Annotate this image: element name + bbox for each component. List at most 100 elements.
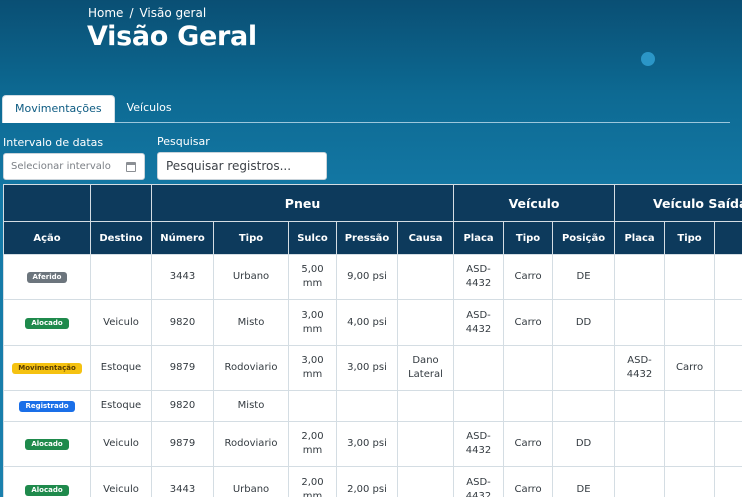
table-row[interactable]: Aferido 3443 Urbano 5,00 mm 9,00 psi ASD… xyxy=(3,254,742,300)
cell-saida-tipo xyxy=(664,466,716,497)
cell-tipo: Misto xyxy=(213,299,289,346)
cell-posicao xyxy=(552,390,616,422)
status-badge: Alocado xyxy=(25,317,69,329)
calendar-icon[interactable] xyxy=(126,162,136,172)
cell-causa xyxy=(396,390,455,422)
cell-veiculo-tipo xyxy=(503,390,554,422)
cell-saida-placa xyxy=(614,421,666,467)
table-row[interactable]: Registrado Estoque 9820 Misto xyxy=(3,390,742,422)
table-row[interactable]: Movimentação Estoque 9879 Rodoviario 3,0… xyxy=(3,345,742,391)
cell-pressao: 9,00 psi xyxy=(336,254,398,300)
cell-numero: 3443 xyxy=(151,254,214,300)
cell-veiculo-tipo xyxy=(503,345,554,391)
group-header-veiculo-saida: Veículo Saída xyxy=(614,184,742,222)
column-header-tipo[interactable]: Tipo xyxy=(213,221,289,255)
cell-acao: Alocado xyxy=(3,466,91,497)
cell-destino: Estoque xyxy=(90,345,152,391)
breadcrumb-home-link[interactable]: Home xyxy=(88,6,123,20)
column-header-saida-placa[interactable]: Placa xyxy=(614,221,666,255)
cell-acao: Aferido xyxy=(3,254,91,300)
cell-saida-tipo xyxy=(664,254,716,300)
cell-numero: 9820 xyxy=(151,390,214,422)
cell-numero: 9879 xyxy=(151,421,214,467)
cell-causa xyxy=(396,421,455,467)
cell-numero: 9820 xyxy=(151,299,214,346)
cell-destino: Veiculo xyxy=(90,466,152,497)
cell-acao: Alocado xyxy=(3,421,91,467)
column-header-veiculo-tipo[interactable]: Tipo xyxy=(503,221,554,255)
table-row[interactable]: Alocado Veiculo 9820 Misto 3,00 mm 4,00 … xyxy=(3,299,742,346)
column-header-pressao[interactable]: Pressão xyxy=(336,221,398,255)
movements-table: Pneu Veículo Veículo Saída Ação Destino … xyxy=(3,184,742,497)
group-header-empty xyxy=(3,184,91,222)
cell-destino: Veiculo xyxy=(90,299,152,346)
table-row[interactable]: Alocado Veiculo 9879 Rodoviario 2,00 mm … xyxy=(3,421,742,467)
cell-causa xyxy=(396,466,455,497)
column-header-saida-tipo[interactable]: Tipo xyxy=(664,221,716,255)
column-header-acao[interactable]: Ação xyxy=(3,221,91,255)
status-badge: Movimentação xyxy=(12,363,82,374)
cell-sulco: 2,00 mm xyxy=(288,421,337,467)
movements-table-container[interactable]: Pneu Veículo Veículo Saída Ação Destino … xyxy=(3,184,742,497)
cell-posicao xyxy=(552,345,616,391)
cell-extra xyxy=(714,299,742,346)
cell-placa: ASD-4432 xyxy=(453,254,505,300)
tab-movimentacoes[interactable]: Movimentações xyxy=(2,95,115,123)
cell-placa: ASD-4432 xyxy=(453,421,505,467)
cell-saida-tipo: Carro xyxy=(664,345,716,391)
column-header-extra xyxy=(714,221,742,255)
cell-sulco xyxy=(288,390,337,422)
cell-numero: 3443 xyxy=(151,466,214,497)
cell-placa xyxy=(453,390,505,422)
date-range-label: Intervalo de datas xyxy=(3,136,104,149)
cell-destino xyxy=(90,254,152,300)
cell-sulco: 3,00 mm xyxy=(288,345,337,391)
tab-veiculos[interactable]: Veículos xyxy=(115,95,184,123)
cell-saida-tipo xyxy=(664,421,716,467)
cell-pressao: 4,00 psi xyxy=(336,299,398,346)
cell-saida-placa xyxy=(614,299,666,346)
group-header-empty xyxy=(90,184,152,222)
column-header-sulco[interactable]: Sulco xyxy=(288,221,337,255)
cell-acao: Registrado xyxy=(3,390,91,422)
table-column-header-row: Ação Destino Número Tipo Sulco Pressão C… xyxy=(3,221,742,255)
table-row[interactable]: Alocado Veiculo 3443 Urbano 2,00 mm 2,00… xyxy=(3,466,742,497)
column-header-causa[interactable]: Causa xyxy=(396,221,455,255)
group-header-pneu: Pneu xyxy=(150,184,455,222)
cell-causa xyxy=(396,254,455,300)
cell-veiculo-tipo: Carro xyxy=(503,299,554,346)
cell-pressao: 2,00 psi xyxy=(336,466,398,497)
column-header-numero[interactable]: Número xyxy=(151,221,214,255)
cell-saida-placa: ASD-4432 xyxy=(614,345,666,391)
cell-numero: 9879 xyxy=(151,345,214,391)
cell-tipo: Rodoviario xyxy=(213,345,289,391)
cell-saida-placa xyxy=(614,466,666,497)
cell-causa xyxy=(396,299,455,346)
date-range-placeholder: Selecionar intervalo xyxy=(11,161,111,172)
cell-sulco: 2,00 mm xyxy=(288,466,337,497)
column-header-placa[interactable]: Placa xyxy=(453,221,505,255)
cell-placa: ASD-4432 xyxy=(453,299,505,346)
cell-veiculo-tipo: Carro xyxy=(503,254,554,300)
cell-acao: Alocado xyxy=(3,299,91,346)
cell-posicao: DE xyxy=(552,254,616,300)
cell-saida-tipo xyxy=(664,390,716,422)
cell-extra xyxy=(714,390,742,422)
group-header-veiculo: Veículo xyxy=(453,184,616,222)
table-group-header-row: Pneu Veículo Veículo Saída xyxy=(3,184,742,222)
cell-placa: ASD-4432 xyxy=(453,466,505,497)
cell-saida-tipo xyxy=(664,299,716,346)
cell-destino: Veiculo xyxy=(90,421,152,467)
cell-pressao: 3,00 psi xyxy=(336,421,398,467)
column-header-destino[interactable]: Destino xyxy=(90,221,152,255)
breadcrumb-separator: / xyxy=(129,6,134,20)
date-range-input[interactable]: Selecionar intervalo xyxy=(3,153,145,180)
search-input[interactable] xyxy=(157,152,327,180)
breadcrumb: Home / Visão geral xyxy=(88,6,206,20)
cell-extra xyxy=(714,254,742,300)
column-header-posicao[interactable]: Posição xyxy=(552,221,616,255)
breadcrumb-current: Visão geral xyxy=(139,6,207,20)
cell-placa xyxy=(453,345,505,391)
cell-posicao: DE xyxy=(552,466,616,497)
status-badge: Registrado xyxy=(19,401,75,412)
